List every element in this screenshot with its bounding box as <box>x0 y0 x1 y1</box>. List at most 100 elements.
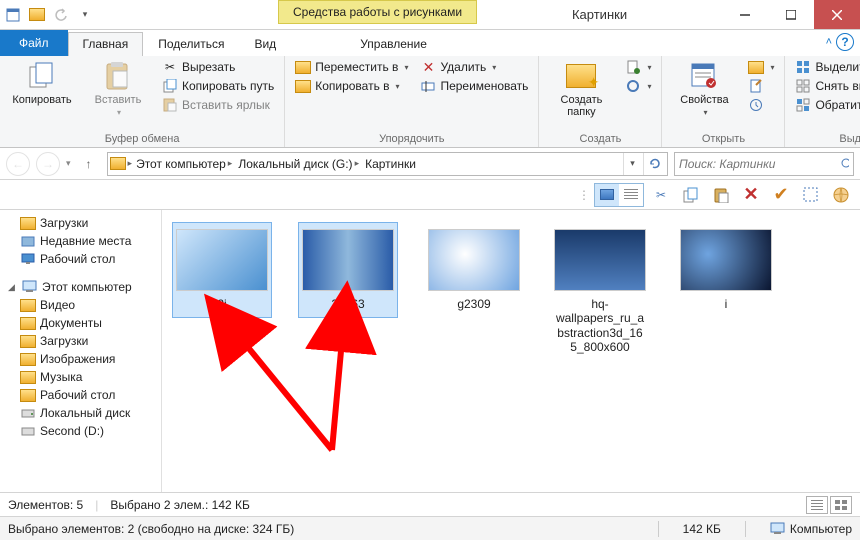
file-item-2[interactable]: 20763 <box>298 222 398 318</box>
properties-icon <box>688 60 720 92</box>
copy-button[interactable]: Копировать <box>6 58 78 108</box>
select-all-button[interactable]: Выделить все <box>791 58 860 76</box>
copy-path-button[interactable]: Копировать путь <box>158 77 278 95</box>
status-view-details-button[interactable] <box>806 496 828 514</box>
ribbon: Копировать Вставить▾ ✂Вырезать Копироват… <box>0 56 860 148</box>
view-details-button[interactable] <box>619 184 643 206</box>
qat-customize-icon[interactable]: ▾ <box>74 4 96 26</box>
file-item-3[interactable]: g2309 <box>424 222 524 318</box>
nav-forward-button[interactable]: → <box>36 152 60 176</box>
cut-button[interactable]: ✂Вырезать <box>158 58 278 76</box>
copy-path-icon <box>162 78 178 94</box>
new-folder-button[interactable]: ✦ Создать папку <box>545 58 617 120</box>
ribbon-group-open: Свойства▾ ▾ Открыть <box>662 56 785 147</box>
ribbon-collapse-icon[interactable]: ˄ <box>826 36 832 48</box>
qat-undo-icon[interactable] <box>50 4 72 26</box>
cmd-shell-button[interactable] <box>828 183 854 207</box>
breadcrumb-drive[interactable]: Локальный диск (G:)▸ <box>236 157 361 171</box>
rename-button[interactable]: Переименовать <box>416 77 532 95</box>
paste-button[interactable]: Вставить▾ <box>82 58 154 119</box>
tab-share[interactable]: Поделиться <box>143 32 239 56</box>
sidebar-item-videos[interactable]: Видео <box>0 296 161 314</box>
file-item-1[interactable]: 2i <box>172 222 272 318</box>
breadcrumb-folder[interactable]: Картинки <box>363 157 418 171</box>
tab-view[interactable]: Вид <box>239 32 291 56</box>
status-view-thumbnails-button[interactable] <box>830 496 852 514</box>
address-bar[interactable]: ▸ Этот компьютер▸ Локальный диск (G:)▸ К… <box>107 152 668 176</box>
delete-icon: ✕ <box>420 59 436 75</box>
details-bar: Выбрано элементов: 2 (свободно на диске:… <box>0 516 860 540</box>
tab-manage[interactable]: Управление <box>333 31 454 56</box>
expand-icon[interactable]: ◢ <box>8 282 18 293</box>
item-count: Элементов: 5 <box>8 498 83 512</box>
navigation-pane[interactable]: Загрузки Недавние места Рабочий стол ◢Эт… <box>0 210 162 492</box>
cmd-copy-button[interactable] <box>678 183 704 207</box>
tab-file[interactable]: Файл <box>0 30 68 56</box>
qat-new-folder-icon[interactable] <box>26 4 48 26</box>
sidebar-item-pictures[interactable]: Изображения <box>0 350 161 368</box>
view-thumbnails-button[interactable] <box>595 184 619 206</box>
cmd-cut-button[interactable]: ✂ <box>648 183 674 207</box>
copy-to-icon <box>295 78 311 94</box>
cmd-confirm-button[interactable]: ✔ <box>768 183 794 207</box>
sidebar-item-recent[interactable]: Недавние места <box>0 232 161 250</box>
search-input[interactable] <box>679 157 836 171</box>
move-to-button[interactable]: Переместить в▾ <box>291 58 412 76</box>
properties-button[interactable]: Свойства▾ <box>668 58 740 119</box>
new-folder-icon: ✦ <box>565 60 597 92</box>
open-with-button[interactable]: ▾ <box>744 58 778 76</box>
ribbon-group-clipboard: Копировать Вставить▾ ✂Вырезать Копироват… <box>0 56 285 147</box>
nav-history-icon[interactable]: ▾ <box>66 158 71 169</box>
title-bar: ▾ Средства работы с рисунками Картинки <box>0 0 860 30</box>
easy-access-icon <box>625 78 641 94</box>
contextual-tab-label: Средства работы с рисунками <box>278 0 477 24</box>
sidebar-item-desktop2[interactable]: Рабочий стол <box>0 386 161 404</box>
file-pane[interactable]: 2i 20763 g2309 hq-wallpapers_ru_abstract… <box>162 210 860 492</box>
search-box[interactable] <box>674 152 854 176</box>
file-item-5[interactable]: i <box>676 222 776 318</box>
details-computer: Компьютер <box>770 522 852 536</box>
paste-shortcut-button[interactable]: Вставить ярлык <box>158 96 278 114</box>
command-bar: ⋮ ✂ ✕ ✔ <box>0 180 860 210</box>
refresh-button[interactable] <box>643 153 665 175</box>
details-selection: Выбрано элементов: 2 (свободно на диске:… <box>8 522 294 536</box>
close-button[interactable] <box>814 0 860 29</box>
navigation-bar: ← → ▾ ↑ ▸ Этот компьютер▸ Локальный диск… <box>0 148 860 180</box>
history-button[interactable] <box>744 96 778 114</box>
scissors-icon: ✂ <box>162 59 178 75</box>
tab-home[interactable]: Главная <box>68 32 144 56</box>
delete-button[interactable]: ✕Удалить▾ <box>416 58 532 76</box>
help-icon[interactable]: ? <box>836 33 854 51</box>
easy-access-button[interactable]: ▾ <box>621 77 655 95</box>
sidebar-item-downloads[interactable]: Загрузки <box>0 214 161 232</box>
address-dropdown-icon[interactable]: ▾ <box>623 153 641 175</box>
sidebar-item-local-disk[interactable]: Локальный диск <box>0 404 161 422</box>
edit-button[interactable] <box>744 77 778 95</box>
sidebar-item-second[interactable]: Second (D:) <box>0 422 161 440</box>
breadcrumb-this-pc[interactable]: Этот компьютер▸ <box>134 157 234 171</box>
sidebar-item-this-pc[interactable]: ◢Этот компьютер <box>0 278 161 296</box>
drive-icon <box>20 406 36 420</box>
qat-properties-icon[interactable] <box>2 4 24 26</box>
desktop-icon <box>20 252 36 266</box>
paste-shortcut-icon <box>162 97 178 113</box>
cmd-delete-button[interactable]: ✕ <box>738 183 764 207</box>
sidebar-item-downloads2[interactable]: Загрузки <box>0 332 161 350</box>
cmd-select-button[interactable] <box>798 183 824 207</box>
invert-selection-button[interactable]: Обратить выделение <box>791 96 860 114</box>
nav-back-button[interactable]: ← <box>6 152 30 176</box>
nav-up-button[interactable]: ↑ <box>77 152 101 176</box>
file-item-4[interactable]: hq-wallpapers_ru_abstraction3d_165_800x6… <box>550 222 650 362</box>
sidebar-item-documents[interactable]: Документы <box>0 314 161 332</box>
folder-icon <box>110 157 126 171</box>
maximize-button[interactable] <box>768 0 814 29</box>
cmd-paste-button[interactable] <box>708 183 734 207</box>
select-none-button[interactable]: Снять выделение <box>791 77 860 95</box>
sidebar-item-music[interactable]: Музыка <box>0 368 161 386</box>
sidebar-item-desktop[interactable]: Рабочий стол <box>0 250 161 268</box>
select-all-icon <box>795 59 811 75</box>
minimize-button[interactable] <box>722 0 768 29</box>
new-item-button[interactable]: ▾ <box>621 58 655 76</box>
copy-to-button[interactable]: Копировать в▾ <box>291 77 412 95</box>
move-to-icon <box>295 59 311 75</box>
